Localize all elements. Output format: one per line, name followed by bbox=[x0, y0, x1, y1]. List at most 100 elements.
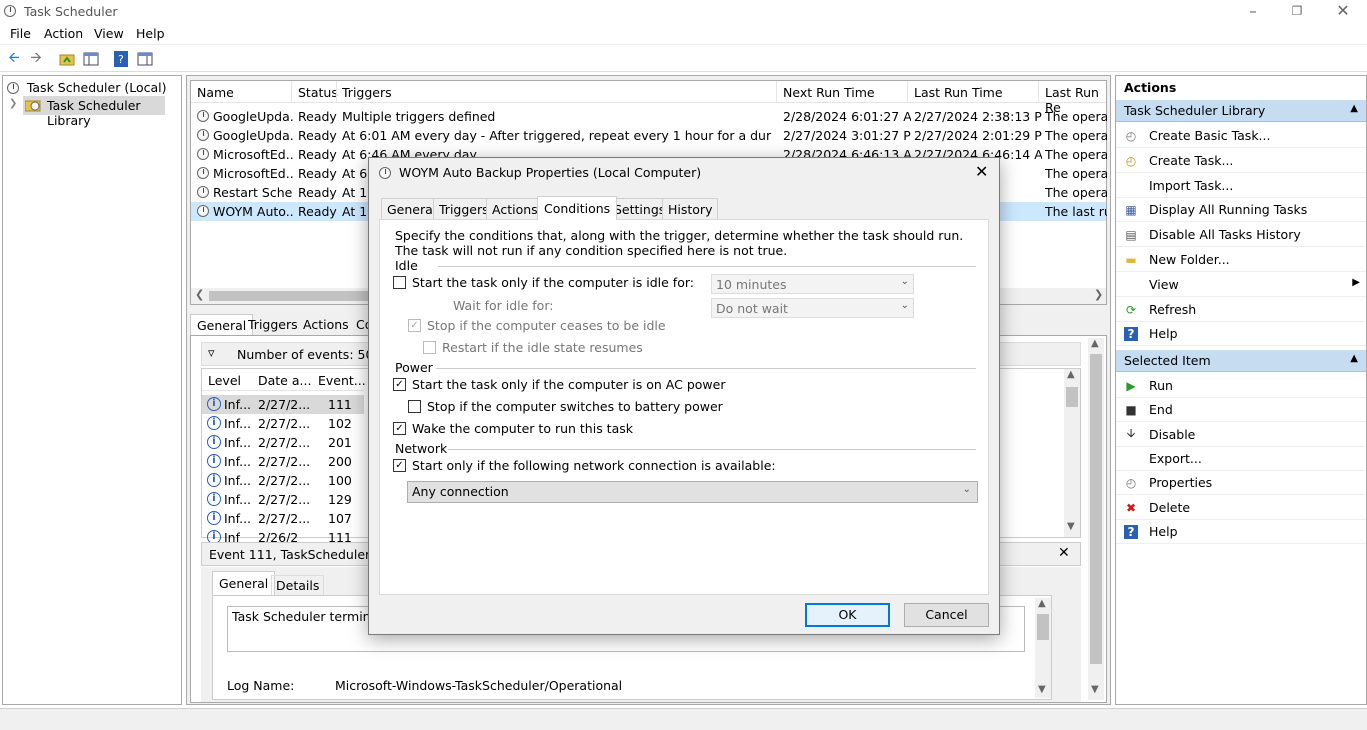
menu-help[interactable]: Help bbox=[136, 26, 165, 41]
history-outer-vscroll[interactable]: ▲ ▼ bbox=[1088, 338, 1104, 700]
history-cell: Inf... bbox=[224, 511, 252, 526]
help-toolbar-icon[interactable]: ? bbox=[111, 49, 131, 69]
history-vscroll-thumb[interactable] bbox=[1066, 387, 1078, 407]
action-disable[interactable]: 🡫 Disable bbox=[1116, 423, 1366, 447]
history-row[interactable]: i Inf... 2/27/2... 201 bbox=[202, 433, 364, 452]
restore-button[interactable]: ❐ bbox=[1279, 2, 1315, 22]
history-row[interactable]: i Inf... 2/27/2... 102 bbox=[202, 414, 364, 433]
task-row[interactable]: GoogleUpda... Ready At 6:01 AM every day -… bbox=[191, 126, 1107, 145]
detail-tab-actions[interactable]: Actions bbox=[303, 317, 349, 332]
history-row[interactable]: i Inf... 2/27/2... 200 bbox=[202, 452, 364, 471]
col-date[interactable]: Date a... bbox=[258, 373, 311, 388]
tree-library[interactable]: Task Scheduler Library bbox=[23, 96, 165, 128]
network-checkbox[interactable]: ✓ bbox=[393, 459, 406, 472]
network-group-label: Network bbox=[395, 441, 448, 456]
task-cell: 2/27/2024 2:01:29 PM bbox=[914, 128, 1042, 143]
menu-file[interactable]: File bbox=[10, 26, 31, 41]
expand-chevron-icon[interactable]: ❯ bbox=[9, 98, 17, 109]
status-bar bbox=[0, 708, 1367, 730]
ac-power-checkbox[interactable]: ✓ bbox=[393, 378, 406, 391]
up-folder-icon[interactable] bbox=[57, 49, 77, 69]
col-name[interactable]: Name bbox=[197, 85, 234, 100]
col-status[interactable]: Status bbox=[298, 85, 338, 100]
col-event[interactable]: Event... bbox=[318, 373, 366, 388]
ok-button[interactable]: OK bbox=[805, 603, 890, 627]
action-view[interactable]: View ▶ bbox=[1116, 273, 1366, 297]
dialog-close-icon[interactable]: ✕ bbox=[975, 162, 988, 181]
tab-conditions[interactable]: Conditions bbox=[537, 196, 618, 220]
run-icon: ▶ bbox=[1126, 379, 1136, 393]
cancel-button[interactable]: Cancel bbox=[904, 603, 989, 627]
close-button[interactable]: ✕ bbox=[1325, 2, 1361, 22]
history-row[interactable]: i Inf... 2/27/2... 111 bbox=[202, 395, 364, 414]
action-help[interactable]: ? Help bbox=[1116, 322, 1366, 347]
task-cell: 2/28/2024 6:01:27 AM bbox=[783, 109, 911, 124]
hscroll-thumb[interactable] bbox=[209, 291, 369, 301]
tree-root[interactable]: Task Scheduler (Local) bbox=[7, 80, 166, 95]
action-export[interactable]: Export... bbox=[1116, 447, 1366, 471]
col-last-run[interactable]: Last Run Time bbox=[914, 85, 1003, 100]
history-row[interactable]: i Inf... 2/27/2... 100 bbox=[202, 471, 364, 490]
action-delete[interactable]: ✖ Delete bbox=[1116, 496, 1366, 520]
task-row[interactable]: GoogleUpda... Ready Multiple triggers defi… bbox=[191, 107, 1107, 126]
col-level[interactable]: Level bbox=[208, 373, 241, 388]
action-end[interactable]: ■ End bbox=[1116, 398, 1366, 423]
back-icon[interactable]: 🡨 bbox=[4, 49, 24, 69]
detail-tab-triggers[interactable]: Triggers bbox=[248, 317, 298, 332]
event-vscroll[interactable]: ▲ ▼ bbox=[1035, 598, 1051, 698]
action-refresh[interactable]: ⟳ Refresh bbox=[1116, 298, 1366, 322]
action-help[interactable]: ? Help bbox=[1116, 520, 1366, 544]
detail-tab-general[interactable]: General bbox=[190, 314, 254, 336]
actions-section-library[interactable]: Task Scheduler Library ▲ bbox=[1116, 100, 1366, 122]
action-run[interactable]: ▶ Run bbox=[1116, 374, 1366, 398]
close-detail-icon[interactable]: ✕ bbox=[1058, 545, 1070, 561]
restart-idle-checkbox[interactable] bbox=[423, 341, 436, 354]
action-create-task[interactable]: ◴ Create Task... bbox=[1116, 149, 1366, 173]
info-icon: i bbox=[207, 416, 221, 430]
event-tab-general[interactable]: General bbox=[212, 571, 276, 595]
forward-icon[interactable]: 🡪 bbox=[26, 49, 46, 69]
scroll-right-icon[interactable]: ❯ bbox=[1094, 288, 1103, 301]
history-cell: 2/27/2... bbox=[258, 492, 311, 507]
action-disable-all-tasks-history[interactable]: ▤ Disable All Tasks History bbox=[1116, 223, 1366, 248]
col-next-run[interactable]: Next Run Time bbox=[783, 85, 875, 100]
task-cell: MicrosoftEd... bbox=[213, 147, 293, 162]
scroll-left-icon[interactable]: ❮ bbox=[195, 288, 204, 301]
section-selected-label: Selected Item bbox=[1124, 353, 1211, 368]
battery-checkbox[interactable] bbox=[408, 400, 421, 413]
wait-idle-combo[interactable]: Do not wait ⌄ bbox=[711, 298, 914, 318]
history-cell: 2/27/2... bbox=[258, 473, 311, 488]
filter-icon[interactable]: ▿ bbox=[208, 346, 215, 361]
outer-vscroll-thumb[interactable] bbox=[1090, 354, 1102, 664]
actions-section-selected[interactable]: Selected Item ▲ bbox=[1116, 350, 1366, 372]
event-tab-details[interactable]: Details bbox=[271, 575, 325, 595]
history-vscroll[interactable]: ▲ ▼ bbox=[1064, 369, 1080, 537]
history-row[interactable]: i Inf... 2/27/2... 107 bbox=[202, 509, 364, 528]
action-display-all-running-tasks[interactable]: ▦ Display All Running Tasks bbox=[1116, 198, 1366, 223]
tab-history[interactable]: History bbox=[662, 198, 719, 219]
show-hide-console-tree-icon[interactable] bbox=[81, 49, 101, 69]
running-tasks-icon: ▦ bbox=[1125, 203, 1137, 218]
history-row[interactable]: i Inf... 2/27/2... 129 bbox=[202, 490, 364, 509]
action-properties[interactable]: ◴ Properties bbox=[1116, 471, 1366, 496]
action-import-task[interactable]: Import Task... bbox=[1116, 174, 1366, 198]
folder-icon: ▬ bbox=[1125, 253, 1137, 267]
col-triggers[interactable]: Triggers bbox=[342, 85, 392, 100]
wait-idle-value: Do not wait bbox=[716, 301, 788, 316]
show-hide-action-pane-icon[interactable] bbox=[135, 49, 155, 69]
tab-actions[interactable]: Actions bbox=[486, 198, 544, 219]
idle-start-checkbox[interactable] bbox=[393, 276, 406, 289]
action-new-folder[interactable]: ▬ New Folder... bbox=[1116, 248, 1366, 272]
network-connection-combo[interactable]: Any connection ⌄ bbox=[407, 481, 978, 503]
collapse-icon[interactable]: ▲ bbox=[1350, 353, 1358, 364]
stop-idle-checkbox[interactable]: ✓ bbox=[408, 319, 421, 332]
collapse-icon[interactable]: ▲ bbox=[1350, 103, 1358, 114]
menu-view[interactable]: View bbox=[94, 26, 124, 41]
help-icon: ? bbox=[1124, 524, 1138, 539]
menu-action[interactable]: Action bbox=[44, 26, 83, 41]
minimize-button[interactable]: – bbox=[1235, 2, 1271, 22]
wake-checkbox[interactable]: ✓ bbox=[393, 422, 406, 435]
idle-duration-combo[interactable]: 10 minutes ⌄ bbox=[711, 274, 914, 294]
info-icon: i bbox=[207, 454, 221, 468]
action-create-basic-task[interactable]: ◴ Create Basic Task... bbox=[1116, 124, 1366, 148]
